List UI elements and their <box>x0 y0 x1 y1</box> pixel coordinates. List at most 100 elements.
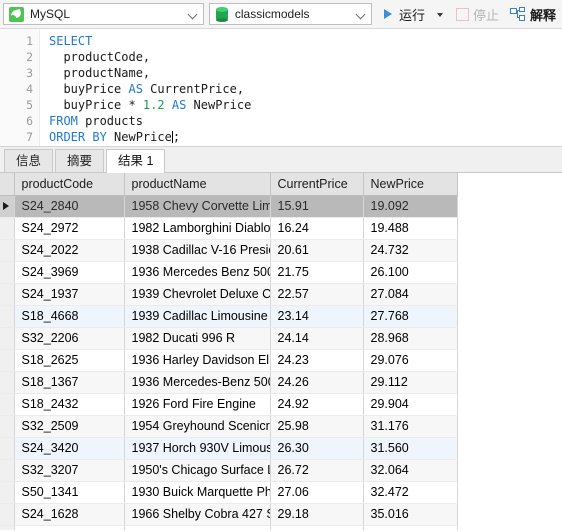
cell-currentprice[interactable]: 20.61 <box>270 239 364 262</box>
cell-productcode[interactable]: S24_3420 <box>14 437 125 460</box>
table-row[interactable]: S32_3207 1950's Chicago Surface L 26.72 32.… <box>0 459 458 482</box>
cell-currentprice[interactable]: 26.72 <box>270 459 364 482</box>
row-indicator[interactable] <box>0 437 15 460</box>
row-indicator[interactable] <box>0 349 15 372</box>
cell-productcode[interactable]: S18_2432 <box>14 393 125 416</box>
cell-currentprice[interactable]: 15.91 <box>270 195 364 218</box>
cell-productcode[interactable]: S24_1937 <box>14 283 125 306</box>
table-row[interactable]: S24_2840 1958 Chevy Corvette Lim 15.91 19.0… <box>0 195 458 218</box>
cell-productname[interactable]: 1936 Mercedes-Benz 500 <box>124 371 271 394</box>
cell-currentprice[interactable]: 24.26 <box>270 371 364 394</box>
cell-productname[interactable]: 1939 Chevrolet Deluxe Ca <box>124 283 271 306</box>
cell-newprice[interactable]: 19.092 <box>363 195 458 218</box>
row-indicator[interactable] <box>0 371 15 394</box>
table-row[interactable]: S24_3949Corsair F4U ( Bird Cage)29.3435.… <box>0 525 458 530</box>
row-indicator[interactable] <box>0 393 15 416</box>
cell-newprice[interactable]: 28.968 <box>363 327 458 350</box>
table-row[interactable]: S24_3969 1936 Mercedes Benz 500 21.75 26.10… <box>0 261 458 284</box>
sql-code-area[interactable]: SELECT productCode, productName, buyPric… <box>40 29 562 146</box>
table-row[interactable]: S24_1937 1939 Chevrolet Deluxe Ca 22.57 27.… <box>0 283 458 306</box>
table-row[interactable]: S24_2022 1938 Cadillac V-16 Presic 20.61 24… <box>0 239 458 262</box>
row-indicator[interactable] <box>0 305 15 328</box>
row-indicator[interactable] <box>0 283 15 306</box>
cell-newprice[interactable]: 27.768 <box>363 305 458 328</box>
cell-currentprice[interactable]: 22.57 <box>270 283 364 306</box>
cell-productname[interactable]: 1926 Ford Fire Engine <box>124 393 271 416</box>
cell-newprice[interactable]: 31.176 <box>363 415 458 438</box>
row-indicator[interactable] <box>0 481 15 504</box>
cell-currentprice[interactable]: 24.92 <box>270 393 364 416</box>
cell-currentprice[interactable]: 26.30 <box>270 437 364 460</box>
cell-productcode[interactable]: S24_3949 <box>14 525 125 530</box>
cell-productname[interactable]: Corsair F4U ( Bird Cage) <box>124 525 271 530</box>
cell-currentprice[interactable]: 29.18 <box>270 503 364 526</box>
column-header-currentprice[interactable]: CurrentPrice <box>270 173 364 196</box>
tab-summary[interactable]: 摘要 <box>55 149 105 172</box>
table-row[interactable]: S24_1628 1966 Shelby Cobra 427 S 29.18 35.0… <box>0 503 458 526</box>
column-header-productname[interactable]: productName <box>124 173 271 196</box>
row-indicator[interactable] <box>0 195 15 218</box>
cell-newprice[interactable]: 19.488 <box>363 217 458 240</box>
cell-currentprice[interactable]: 21.75 <box>270 261 364 284</box>
result-grid[interactable]: productCode productName CurrentPrice New… <box>0 173 562 530</box>
cell-currentprice[interactable]: 24.14 <box>270 327 364 350</box>
table-row[interactable]: S24_2972 1982 Lamborghini Diablo 16.24 19.4… <box>0 217 458 240</box>
cell-currentprice[interactable]: 16.24 <box>270 217 364 240</box>
cell-productname[interactable]: 1958 Chevy Corvette Lim <box>124 195 271 218</box>
table-row[interactable]: S32_2206 1982 Ducati 996 R 24.14 28.968 <box>0 327 458 350</box>
row-indicator[interactable] <box>0 415 15 438</box>
row-indicator[interactable] <box>0 261 15 284</box>
cell-newprice[interactable]: 29.904 <box>363 393 458 416</box>
cell-productcode[interactable]: S24_2972 <box>14 217 125 240</box>
cell-productcode[interactable]: S18_1367 <box>14 371 125 394</box>
cell-productcode[interactable]: S18_2625 <box>14 349 125 372</box>
cell-productcode[interactable]: S24_3969 <box>14 261 125 284</box>
cell-productcode[interactable]: S32_2509 <box>14 415 125 438</box>
cell-productname[interactable]: 1938 Cadillac V-16 Presic <box>124 239 271 262</box>
database-selector[interactable]: classicmodels <box>208 3 372 25</box>
cell-newprice[interactable]: 35.016 <box>363 503 458 526</box>
table-row[interactable]: S18_1367 1936 Mercedes-Benz 500 24.26 29.11… <box>0 371 458 394</box>
cell-productname[interactable]: 1982 Ducati 996 R <box>124 327 271 350</box>
cell-productcode[interactable]: S18_4668 <box>14 305 125 328</box>
run-button[interactable]: 运行 <box>377 2 428 26</box>
row-indicator[interactable] <box>0 217 15 240</box>
row-indicator[interactable] <box>0 503 15 526</box>
row-indicator[interactable] <box>0 239 15 262</box>
cell-newprice[interactable]: 24.732 <box>363 239 458 262</box>
cell-productcode[interactable]: S50_1341 <box>14 481 125 504</box>
cell-newprice[interactable]: 32.472 <box>363 481 458 504</box>
cell-productname[interactable]: 1930 Buick Marquette Ph <box>124 481 271 504</box>
cell-productname[interactable]: 1982 Lamborghini Diablo <box>124 217 271 240</box>
cell-productname[interactable]: 1954 Greyhound Scenicru <box>124 415 271 438</box>
cell-newprice[interactable]: 26.100 <box>363 261 458 284</box>
cell-newprice[interactable]: 29.076 <box>363 349 458 372</box>
table-row[interactable]: S24_3420 1937 Horch 930V Limous 26.30 31.56… <box>0 437 458 460</box>
run-dropdown-button[interactable] <box>433 2 448 26</box>
table-row[interactable]: S18_4668 1939 Cadillac Limousine 23.14 27.7… <box>0 305 458 328</box>
cell-currentprice[interactable]: 23.14 <box>270 305 364 328</box>
tab-info[interactable]: 信息 <box>4 149 54 172</box>
cell-newprice[interactable]: 27.084 <box>363 283 458 306</box>
column-header-newprice[interactable]: NewPrice <box>363 173 458 196</box>
cell-productname[interactable]: 1936 Harley Davidson El <box>124 349 271 372</box>
cell-productcode[interactable]: S24_2022 <box>14 239 125 262</box>
cell-productname[interactable]: 1950's Chicago Surface L <box>124 459 271 482</box>
cell-productname[interactable]: 1936 Mercedes Benz 500 <box>124 261 271 284</box>
cell-newprice[interactable]: 31.560 <box>363 437 458 460</box>
column-header-productcode[interactable]: productCode <box>14 173 125 196</box>
cell-currentprice[interactable]: 29.34 <box>270 525 364 530</box>
cell-currentprice[interactable]: 25.98 <box>270 415 364 438</box>
cell-newprice[interactable]: 32.064 <box>363 459 458 482</box>
cell-currentprice[interactable]: 27.06 <box>270 481 364 504</box>
table-row[interactable]: S18_2432 1926 Ford Fire Engine 24.92 29.904 <box>0 393 458 416</box>
explain-button[interactable]: 解释 <box>507 2 559 26</box>
row-indicator[interactable] <box>0 459 15 482</box>
table-row[interactable]: S32_2509 1954 Greyhound Scenicru 25.98 31.1… <box>0 415 458 438</box>
sql-editor[interactable]: 1 2 3 4 5 6 7 SELECT productCode, produc… <box>0 29 562 147</box>
cell-productcode[interactable]: S24_1628 <box>14 503 125 526</box>
cell-productcode[interactable]: S32_2206 <box>14 327 125 350</box>
connection-selector[interactable]: MySQL <box>3 3 204 25</box>
cell-productcode[interactable]: S24_2840 <box>14 195 125 218</box>
cell-currentprice[interactable]: 24.23 <box>270 349 364 372</box>
